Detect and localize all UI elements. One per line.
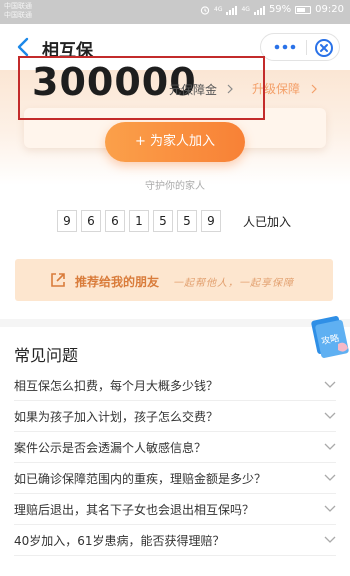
faq-title: 常见问题 [14,346,79,365]
members-joined-label: 人已加入 [243,215,292,229]
recommend-label: 推荐给我的朋友 [75,275,160,289]
chevron-down-icon [324,443,336,450]
status-bar: 中国联通 中国联通 4G 4G 59% 09:20 [0,0,350,24]
network-type-1: 4G [214,6,223,13]
recommend-slogan: 一起帮他人，一起享保障 [173,278,294,289]
faq-item[interactable]: 如已确诊保障范围内的重疾，理赔金额是多少？ [14,463,336,494]
faq-item[interactable]: 理赔后退出，其名下子女也会退出相互保吗？ [14,494,336,525]
signal-icon-1 [226,5,238,15]
signal-icon-2 [253,5,265,15]
faq-question: 40岁加入，61岁患病，能否获得理赔？ [14,534,225,548]
carrier-info: 中国联通 中国联通 [4,2,32,20]
counter-digit: 5 [177,210,197,232]
clock: 09:20 [315,4,344,15]
faq-item[interactable]: 相互保怎么扣费，每个月大概多少钱？ [14,370,336,401]
faq-item[interactable]: 案件公示是否会透漏个人敏感信息？ [14,432,336,463]
mini-program-capsule [260,33,340,61]
faq-question: 如果为孩子加入计划，孩子怎么交费？ [14,410,219,424]
close-icon[interactable] [314,38,334,58]
member-counter: 9 6 6 1 5 5 9 [57,210,221,232]
capsule-divider [306,40,307,55]
section-divider [0,319,350,327]
highlight-box [18,56,265,120]
counter-digit: 6 [105,210,125,232]
counter-digit: 9 [201,210,221,232]
status-indicators: 4G 4G 59% 09:20 [200,4,344,15]
guard-family-text: 守护你的家人 [145,181,205,192]
chevron-down-icon [324,505,336,512]
counter-digit: 5 [153,210,173,232]
faq-item[interactable]: 40岁加入，61岁患病，能否获得理赔？ [14,525,336,556]
chevron-down-icon [324,474,336,481]
counter-digit: 6 [81,210,101,232]
chevron-down-icon [324,412,336,419]
recommend-to-friends-banner[interactable]: 推荐给我的朋友 一起帮他人，一起享保障 [15,259,333,301]
network-type-2: 4G [241,6,250,13]
faq-question: 案件公示是否会透漏个人敏感信息？ [14,441,207,455]
upgrade-chevron-icon [311,84,317,94]
counter-digit: 1 [129,210,149,232]
chevron-down-icon [324,536,336,543]
faq-list: 相互保怎么扣费，每个月大概多少钱？ 如果为孩子加入计划，孩子怎么交费？ 案件公示… [0,370,350,556]
battery-percent: 59% [268,4,292,15]
faq-question: 理赔后退出，其名下子女也会退出相互保吗？ [14,503,255,517]
carrier-2: 中国联通 [4,11,32,19]
add-family-button[interactable]: + 为家人加入 [105,122,245,162]
guide-book-icon[interactable]: 攻略 [308,314,350,360]
faq-question: 如已确诊保障范围内的重疾，理赔金额是多少？ [14,472,267,486]
more-icon[interactable] [271,41,299,53]
battery-icon [295,5,312,14]
carrier-1: 中国联通 [4,2,32,10]
share-icon [51,273,65,287]
chevron-down-icon [324,381,336,388]
faq-item[interactable]: 如果为孩子加入计划，孩子怎么交费？ [14,401,336,432]
counter-digit: 9 [57,210,77,232]
faq-question: 相互保怎么扣费，每个月大概多少钱？ [14,379,219,393]
alarm-icon [200,5,210,15]
